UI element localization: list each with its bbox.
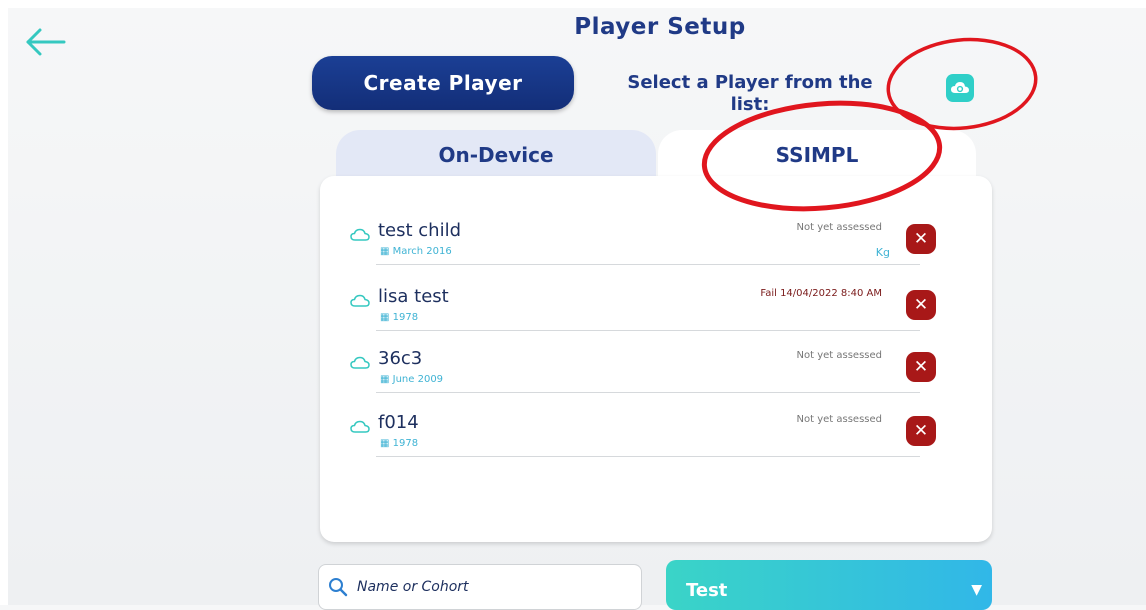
row-divider bbox=[376, 456, 920, 457]
row-divider bbox=[376, 264, 920, 265]
player-status: Fail 14/04/2022 8:40 AM bbox=[760, 288, 882, 299]
search-input[interactable] bbox=[355, 578, 639, 596]
page-title: Player Setup bbox=[574, 14, 746, 40]
cloud-icon bbox=[350, 356, 370, 369]
player-name: lisa test bbox=[378, 286, 449, 307]
player-row[interactable]: lisa test ▦ 1978 Fail 14/04/2022 8:40 AM… bbox=[350, 286, 936, 336]
player-dob: ▦ March 2016 bbox=[380, 246, 452, 257]
close-icon: ✕ bbox=[913, 421, 929, 441]
close-icon: ✕ bbox=[913, 357, 929, 377]
player-dob: ▦ June 2009 bbox=[380, 374, 443, 385]
dropdown-value: Test bbox=[686, 580, 728, 601]
back-button[interactable] bbox=[24, 22, 68, 62]
delete-player-button[interactable]: ✕ bbox=[906, 290, 936, 320]
row-divider bbox=[376, 392, 920, 393]
delete-player-button[interactable]: ✕ bbox=[906, 224, 936, 254]
player-extra: Kg bbox=[875, 246, 890, 259]
caret-down-icon: ▼ bbox=[971, 582, 982, 598]
frame-left bbox=[0, 0, 8, 605]
calendar-icon: ▦ bbox=[380, 312, 393, 323]
search-icon bbox=[329, 578, 348, 597]
player-dob: ▦ 1978 bbox=[380, 438, 418, 449]
player-name: test child bbox=[378, 220, 462, 241]
player-row[interactable]: f014 ▦ 1978 Not yet assessed ✕ bbox=[350, 412, 936, 462]
calendar-icon: ▦ bbox=[380, 374, 393, 385]
player-row[interactable]: 36c3 ▦ June 2009 Not yet assessed ✕ bbox=[350, 348, 936, 398]
close-icon: ✕ bbox=[913, 295, 929, 315]
player-row[interactable]: test child ▦ March 2016 Not yet assessed… bbox=[350, 220, 936, 270]
player-name: 36c3 bbox=[378, 348, 423, 369]
cloud-icon bbox=[350, 420, 370, 433]
player-status: Not yet assessed bbox=[796, 350, 883, 361]
cloud-icon bbox=[350, 228, 370, 241]
player-name: f014 bbox=[378, 412, 419, 433]
row-divider bbox=[376, 330, 920, 331]
annotation-circle-ssimpl bbox=[701, 100, 943, 212]
search-field[interactable] bbox=[318, 564, 642, 610]
test-type-dropdown[interactable]: Test ▼ bbox=[666, 560, 992, 610]
select-prompt-line1: Select a Player from the bbox=[627, 72, 873, 93]
cloud-icon bbox=[350, 294, 370, 307]
player-dob-text: June 2009 bbox=[392, 374, 444, 385]
delete-player-button[interactable]: ✕ bbox=[906, 416, 936, 446]
close-icon: ✕ bbox=[913, 229, 929, 249]
delete-player-button[interactable]: ✕ bbox=[906, 352, 936, 382]
player-dob-text: 1978 bbox=[392, 312, 419, 323]
calendar-icon: ▦ bbox=[380, 438, 393, 449]
player-dob-text: 1978 bbox=[392, 438, 419, 449]
tab-on-device[interactable]: On-Device bbox=[336, 130, 656, 180]
player-dob-text: March 2016 bbox=[392, 246, 452, 257]
player-status: Not yet assessed bbox=[796, 414, 883, 425]
calendar-icon: ▦ bbox=[380, 246, 393, 257]
player-status: Not yet assessed bbox=[796, 222, 883, 233]
player-dob: ▦ 1978 bbox=[380, 312, 418, 323]
frame-top bbox=[0, 0, 1146, 8]
arrow-left-icon bbox=[26, 28, 66, 56]
create-player-button[interactable]: Create Player bbox=[312, 56, 574, 110]
